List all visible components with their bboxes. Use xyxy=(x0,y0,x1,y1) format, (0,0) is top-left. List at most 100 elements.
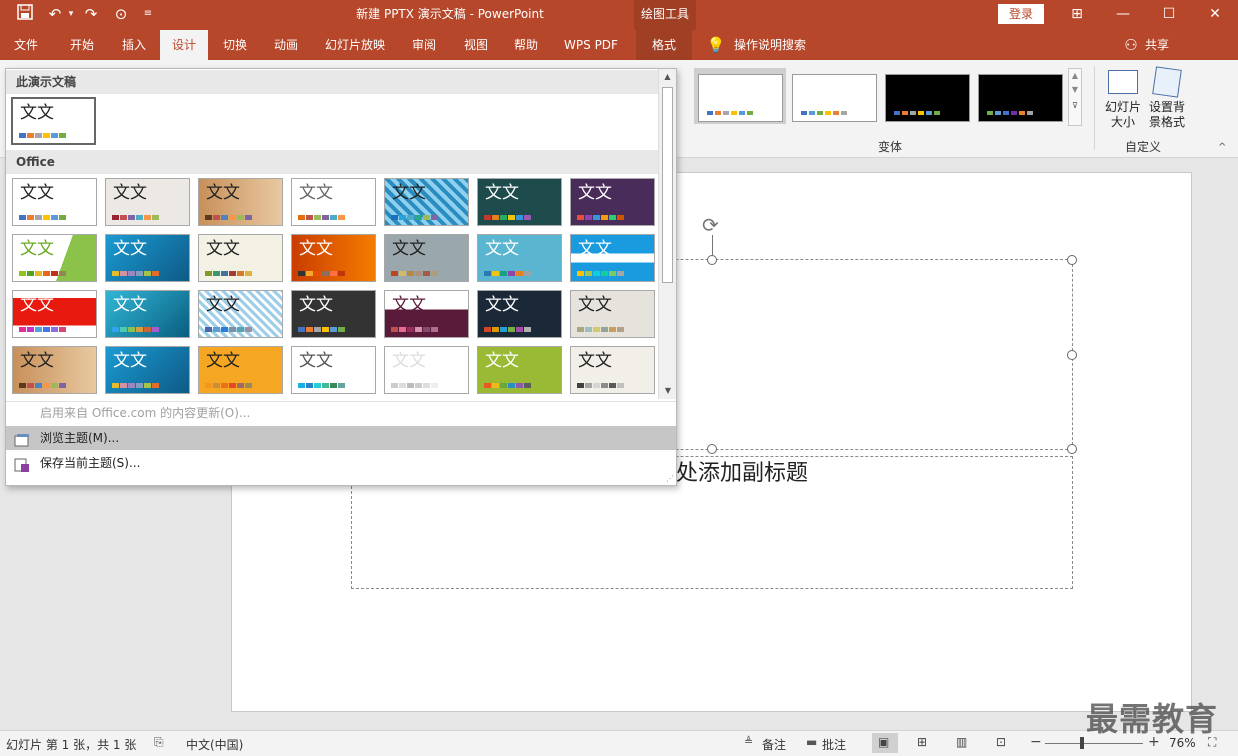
theme-ion[interactable]: 文文 xyxy=(477,178,562,226)
resize-handle-right[interactable] xyxy=(1067,350,1077,360)
scroll-down-icon[interactable]: ▼ xyxy=(659,383,677,399)
slideshow-icon[interactable]: ⊡ xyxy=(996,735,1006,749)
theme-quotable[interactable]: 文文 xyxy=(477,346,562,394)
reading-view-icon[interactable]: ▥ xyxy=(956,735,967,749)
slide-sorter-icon[interactable]: ⊞ xyxy=(917,735,927,749)
theme-banded[interactable]: 文文 xyxy=(570,234,655,282)
tab-slideshow[interactable]: 幻灯片放映 xyxy=(318,30,392,60)
theme-parallax[interactable]: 文文 xyxy=(477,290,562,338)
rotate-handle-icon[interactable]: ⟳ xyxy=(702,215,719,235)
comments-button[interactable]: 批注 xyxy=(822,736,846,753)
theme-droplet[interactable]: 文文 xyxy=(291,234,376,282)
theme-wood[interactable]: 文文 xyxy=(198,178,283,226)
theme-circuit[interactable]: 文文 xyxy=(105,290,190,338)
slide-size-icon[interactable] xyxy=(1108,70,1138,94)
notes-button[interactable]: 备注 xyxy=(762,736,786,753)
theme-frame[interactable]: 文文 xyxy=(570,346,655,394)
zoom-out-icon[interactable]: − xyxy=(1030,734,1042,750)
tab-insert[interactable]: 插入 xyxy=(110,30,158,60)
tab-wps-pdf[interactable]: WPS PDF xyxy=(558,30,624,60)
theme-savon[interactable]: 文文 xyxy=(570,290,655,338)
tab-design[interactable]: 设计 xyxy=(160,30,208,60)
variant-thumb-1[interactable] xyxy=(698,74,783,122)
theme-vapor[interactable]: 文文 xyxy=(384,290,469,338)
tab-view[interactable]: 视图 xyxy=(452,30,500,60)
close-icon[interactable]: ✕ xyxy=(1192,0,1238,28)
spellcheck-icon[interactable]: ⎘ xyxy=(154,735,164,750)
save-theme-menu-item[interactable]: 保存当前主题(S)... xyxy=(6,451,676,475)
theme-dark[interactable]: 文文 xyxy=(291,290,376,338)
undo-dropdown-icon[interactable]: ▾ xyxy=(66,4,76,24)
gallery-scrollbar[interactable]: ▲ ▼ xyxy=(658,69,676,399)
customize-qat-icon[interactable]: ≡ xyxy=(140,4,156,24)
browse-themes-menu-item[interactable]: 浏览主题(M)... xyxy=(6,426,676,450)
tab-format[interactable]: 格式 xyxy=(636,30,692,60)
collapse-ribbon-icon[interactable]: ^ xyxy=(1218,142,1226,153)
theme-mesh[interactable]: 文文 xyxy=(477,234,562,282)
tab-home[interactable]: 开始 xyxy=(58,30,106,60)
resize-handle-bottom-right[interactable] xyxy=(1067,444,1077,454)
tab-transitions[interactable]: 切换 xyxy=(212,30,258,60)
current-theme-thumb[interactable]: 文文 xyxy=(11,97,96,145)
scroll-up-icon[interactable]: ▲ xyxy=(659,69,676,85)
theme-blank-light[interactable]: 文文 xyxy=(384,346,469,394)
theme-text: 文文 xyxy=(485,351,519,371)
resize-handle-top[interactable] xyxy=(707,255,717,265)
theme-pattern[interactable]: 文文 xyxy=(384,178,469,226)
slide-size-button[interactable]: 幻灯片 大小 xyxy=(1100,100,1146,130)
format-background-button[interactable]: 设置背 景格式 xyxy=(1144,100,1190,130)
theme-gallery[interactable]: 文文 xyxy=(105,178,190,226)
theme-red[interactable]: 文文 xyxy=(12,290,97,338)
scroll-thumb[interactable] xyxy=(662,87,673,283)
redo-icon[interactable]: ↷ xyxy=(80,4,102,24)
tab-review[interactable]: 审阅 xyxy=(400,30,448,60)
share-button[interactable]: 共享 xyxy=(1142,30,1172,60)
theme-retrospect[interactable]: 文文 xyxy=(291,178,376,226)
this-presentation-header: 此演示文稿 xyxy=(6,70,658,94)
theme-berlin[interactable]: 文文 xyxy=(570,178,655,226)
resize-grip-icon[interactable]: ⋰ xyxy=(666,474,674,483)
variant-thumb-2[interactable] xyxy=(792,74,877,122)
normal-view-icon[interactable]: ▣ xyxy=(878,735,889,749)
zoom-slider-thumb[interactable] xyxy=(1080,737,1084,749)
tell-me-search[interactable]: 操作说明搜索 xyxy=(734,30,814,60)
tab-file[interactable]: 文件 xyxy=(2,30,50,60)
tab-animations[interactable]: 动画 xyxy=(262,30,310,60)
resize-handle-top-right[interactable] xyxy=(1067,255,1077,265)
comments-icon: ▬ xyxy=(806,735,818,749)
language-indicator[interactable]: 中文(中国) xyxy=(186,736,243,753)
context-group-label: 绘图工具 xyxy=(640,7,689,21)
theme-dividend[interactable]: 文文 xyxy=(198,290,283,338)
undo-icon[interactable]: ↶ xyxy=(44,4,66,24)
theme-integral[interactable]: 文文 xyxy=(291,346,376,394)
lightbulb-icon: 💡 xyxy=(706,36,726,54)
variant-thumb-3[interactable] xyxy=(885,74,970,122)
ribbon-tabs: 文件 开始 插入 设计 切换 动画 幻灯片放映 审阅 视图 帮助 WPS PDF… xyxy=(0,30,1238,84)
theme-wood-type[interactable]: 文文 xyxy=(12,346,97,394)
tab-help[interactable]: 帮助 xyxy=(502,30,550,60)
theme-text: 文文 xyxy=(20,103,54,123)
theme-text: 文文 xyxy=(206,239,240,259)
theme-ion-2[interactable]: 文文 xyxy=(105,346,190,394)
theme-organic[interactable]: 文文 xyxy=(198,234,283,282)
format-background-icon[interactable] xyxy=(1152,66,1182,98)
rotate-handle-line xyxy=(712,235,713,255)
variant-thumb-4[interactable] xyxy=(978,74,1063,122)
theme-badge[interactable]: 文文 xyxy=(198,346,283,394)
theme-text: 文文 xyxy=(113,295,147,315)
save-theme-icon xyxy=(14,456,30,472)
theme-ion-boardroom[interactable]: 文文 xyxy=(105,234,190,282)
maximize-icon[interactable]: ☐ xyxy=(1146,0,1192,28)
variants-scroll[interactable]: ▲ ▼ ⊽ xyxy=(1068,68,1082,126)
theme-slate[interactable]: 文文 xyxy=(384,234,469,282)
save-icon[interactable] xyxy=(14,4,36,25)
slide-info: 幻灯片 第 1 张，共 1 张 xyxy=(6,738,137,752)
theme-facet[interactable]: 文文 xyxy=(12,234,97,282)
ribbon-display-icon[interactable]: ⊞ xyxy=(1054,0,1100,28)
minimize-icon[interactable]: — xyxy=(1100,0,1146,28)
login-button[interactable]: 登录 xyxy=(998,4,1044,24)
presenter-icon[interactable]: ⊙ xyxy=(110,4,132,24)
zoom-slider-track[interactable] xyxy=(1045,743,1143,744)
theme-office[interactable]: 文文 xyxy=(12,178,97,226)
resize-handle-bottom[interactable] xyxy=(707,444,717,454)
